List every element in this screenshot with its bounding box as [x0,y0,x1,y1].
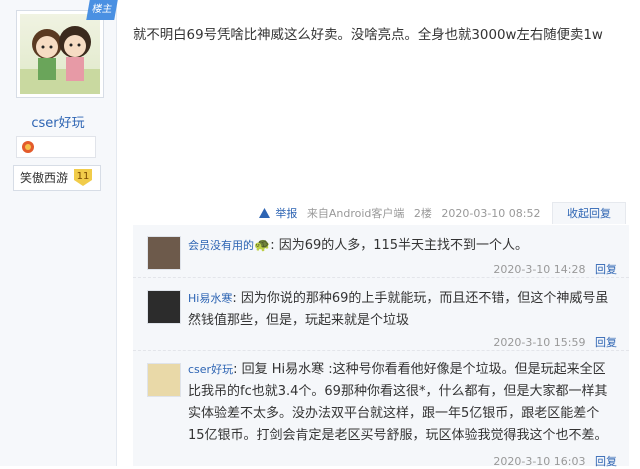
reply-username[interactable]: 会员没有用的 [188,239,254,252]
author-username[interactable]: cser好玩 [0,112,116,131]
reply-body: : 因为69的人多，115半天主找不到一个人。 [270,238,529,253]
post-main: 就不明白69号凭啥比神威这么好卖。没啥亮点。全身也就3000w左右随便卖1w 举… [117,0,640,469]
reply-button[interactable]: 回复 [595,336,617,349]
reply-body: : 因为你说的那种69的上手就能玩，而且还不错，但这个神威号虽然钱值那些，但是，… [188,291,609,328]
floor-number: 2楼 [413,207,432,220]
post-tail-bar: 举报 来自Android客户端 2楼 2020-03-10 08:52 收起回复 [258,202,626,224]
post-content: 就不明白69号凭啥比神威这么好卖。没啥亮点。全身也就3000w左右随便卖1w [133,28,603,43]
reply-button[interactable]: 回复 [595,455,617,468]
report-link[interactable]: 举报 [275,207,297,220]
reply-meta: 2020-3-10 15:59 回复 [487,334,617,350]
reply-body: : 回复 Hi易水寒 :这种号你看看他好像是个垃圾。但是玩起来全区比我吊的fc也… [188,362,608,443]
reply-time: 2020-3-10 14:28 [493,263,586,276]
reply-text: Hi易水寒: 因为你说的那种69的上手就能玩，而且还不错，但这个神威号虽然钱值那… [188,288,613,332]
reply-item: cser好玩: 回复 Hi易水寒 :这种号你看看他好像是个垃圾。但是玩起来全区比… [133,351,629,469]
reply-item: Hi易水寒: 因为你说的那种69的上手就能玩，而且还不错，但这个神威号虽然钱值那… [133,278,629,351]
game-level: 11 [74,169,92,186]
author-sidebar: 楼主 cser好玩 笑傲西游 11 [0,0,118,466]
reply-username[interactable]: Hi易水寒 [188,292,232,305]
reply-avatar[interactable] [147,363,181,397]
game-name: 笑傲西游 [20,171,69,185]
author-avatar[interactable] [16,10,104,98]
post-source: 来自Android客户端 [306,207,405,220]
post-time: 2020-03-10 08:52 [441,207,541,220]
report-icon[interactable] [258,208,270,218]
reply-text: 会员没有用的🐢: 因为69的人多，115半天主找不到一个人。 [188,235,613,257]
reply-meta: 2020-3-10 14:28 回复 [487,261,617,277]
avatar-illustration [20,14,100,94]
reply-username[interactable]: cser好玩 [188,363,233,376]
collapse-replies-button[interactable]: 收起回复 [552,202,626,224]
game-badge-icon[interactable] [21,140,35,154]
game-level-badge[interactable]: 笑傲西游 11 [13,165,101,191]
user-icon-strip [16,136,96,158]
reply-list: 会员没有用的🐢: 因为69的人多，115半天主找不到一个人。 2020-3-10… [133,225,629,469]
reply-avatar[interactable] [147,236,181,270]
reply-meta: 2020-3-10 16:03 回复 [487,453,617,469]
reply-avatar[interactable] [147,290,181,324]
thread-owner-badge: 楼主 [86,0,118,20]
reply-item: 会员没有用的🐢: 因为69的人多，115半天主找不到一个人。 2020-3-10… [133,225,629,278]
reply-text: cser好玩: 回复 Hi易水寒 :这种号你看看他好像是个垃圾。但是玩起来全区比… [188,359,613,447]
reply-emoji-icon: 🐢 [254,238,271,253]
reply-time: 2020-3-10 15:59 [493,336,586,349]
reply-button[interactable]: 回复 [595,263,617,276]
reply-time: 2020-3-10 16:03 [493,455,586,468]
